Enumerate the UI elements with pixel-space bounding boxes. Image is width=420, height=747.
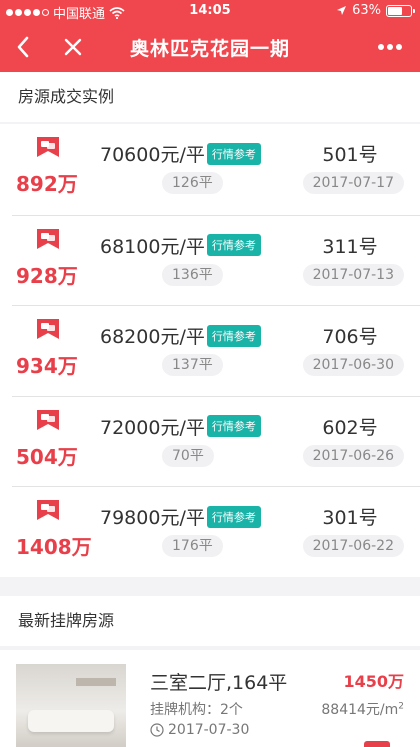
battery-percent: 63% xyxy=(352,3,381,18)
deal-total-price: 928万 xyxy=(16,263,78,288)
status-bar: 中国联通 14:05 63% xyxy=(0,0,420,22)
more-options-button[interactable] xyxy=(370,30,410,64)
listings-section-title: 最新挂牌房源 xyxy=(0,596,420,646)
deal-tag-icon xyxy=(37,137,59,157)
listing-price: 1450万 xyxy=(343,672,404,691)
status-right: 63% xyxy=(336,3,415,18)
deal-date: 2017-07-13 xyxy=(302,263,404,286)
market-reference-badge: 行情参考 xyxy=(206,415,261,437)
deal-row[interactable]: 1408万 79800元/平 行情参考 176平 301号 2017-06-22 xyxy=(12,486,420,577)
deal-date: 2017-06-22 xyxy=(302,535,404,557)
listing-agency: 挂牌机构：2个 xyxy=(150,702,243,718)
clock-icon xyxy=(150,723,164,737)
deal-unit-price: 72000元/平 行情参考 xyxy=(100,413,261,440)
market-reference-badge: 行情参考 xyxy=(206,505,261,528)
deal-area: 126平 xyxy=(162,172,223,194)
deal-row[interactable]: 892万 70600元/平 行情参考 126平 501号 2017-07-17 xyxy=(12,124,420,215)
photo-sofa-shape xyxy=(28,710,114,732)
deal-date: 2017-06-30 xyxy=(302,354,404,376)
deal-unit-price-text: 68100元/平 xyxy=(100,235,205,258)
deal-area: 176平 xyxy=(162,535,223,557)
deal-date: 2017-07-17 xyxy=(302,172,404,194)
deal-total-price: 934万 xyxy=(16,354,78,378)
listing-unit-price: 88414元/m2 xyxy=(321,699,404,719)
deal-room-number: 301号 xyxy=(322,507,378,529)
battery-fill xyxy=(388,6,402,15)
more-dot xyxy=(396,44,402,50)
market-reference-badge: 行情参考 xyxy=(206,142,261,165)
more-dot xyxy=(378,44,384,50)
deal-tag-icon xyxy=(37,500,59,520)
listing-unit-price-text: 88414元/m xyxy=(321,702,399,718)
deal-unit-price: 68200元/平 行情参考 xyxy=(100,322,261,349)
deal-tag-icon xyxy=(37,228,59,249)
market-reference-badge: 行情参考 xyxy=(206,234,261,256)
deal-tag-icon xyxy=(37,319,59,339)
deal-unit-price: 79800元/平 行情参考 xyxy=(100,503,261,530)
listing-date: 2017-07-30 xyxy=(168,722,250,738)
close-icon xyxy=(64,38,82,56)
deal-date: 2017-06-26 xyxy=(302,444,404,467)
deal-unit-price: 68100元/平 行情参考 xyxy=(100,232,261,259)
deal-row[interactable]: 928万 68100元/平 行情参考 136平 311号 2017-07-13 xyxy=(12,214,420,306)
location-arrow-icon xyxy=(337,6,347,15)
back-button[interactable] xyxy=(6,30,40,64)
close-button[interactable] xyxy=(56,30,90,64)
listing-unit-sup: 2 xyxy=(398,701,404,712)
deal-unit-price-text: 79800元/平 xyxy=(100,507,205,529)
deal-area: 70平 xyxy=(162,444,214,467)
deal-total-price: 1408万 xyxy=(16,535,92,559)
more-dot xyxy=(387,44,393,50)
chevron-left-icon xyxy=(17,36,29,58)
deal-area: 137平 xyxy=(162,354,223,376)
deals-section-title: 房源成交实例 xyxy=(0,72,420,122)
market-reference-badge: 行情参考 xyxy=(206,324,261,347)
listing-date-row: 2017-07-30 xyxy=(150,722,249,738)
deal-total-price: 504万 xyxy=(16,444,78,469)
deal-row[interactable]: 934万 68200元/平 行情参考 137平 706号 2017-06-30 xyxy=(12,305,420,396)
deal-tag-icon xyxy=(37,409,59,430)
deal-unit-price-text: 68200元/平 xyxy=(100,326,205,348)
nav-bar: 奥林匹克花园一期 xyxy=(0,22,420,72)
listing-item[interactable]: 三室二厅,164平 挂牌机构：2个 2017-07-30 1450万 88414… xyxy=(0,650,420,747)
deal-room-number: 311号 xyxy=(322,235,378,258)
deals-list: 892万 70600元/平 行情参考 126平 501号 2017-07-17 928万 68… xyxy=(0,124,420,577)
deal-room-number: 501号 xyxy=(322,144,378,166)
deal-room-number: 706号 xyxy=(322,326,378,348)
deal-unit-price: 70600元/平 行情参考 xyxy=(100,140,261,167)
deal-total-price: 892万 xyxy=(16,172,78,196)
photo-shelf-shape xyxy=(76,678,116,686)
listing-photo xyxy=(16,664,126,747)
battery-icon xyxy=(386,4,415,17)
deal-room-number: 602号 xyxy=(322,416,378,439)
deal-unit-price-text: 70600元/平 xyxy=(100,144,205,166)
deal-row[interactable]: 504万 72000元/平 行情参考 70平 602号 2017-06-26 xyxy=(12,395,420,487)
deal-area: 136平 xyxy=(162,263,223,286)
next-price-fragment xyxy=(364,741,390,747)
listing-name: 三室二厅,164平 xyxy=(150,672,288,694)
deal-unit-price-text: 72000元/平 xyxy=(100,416,205,439)
